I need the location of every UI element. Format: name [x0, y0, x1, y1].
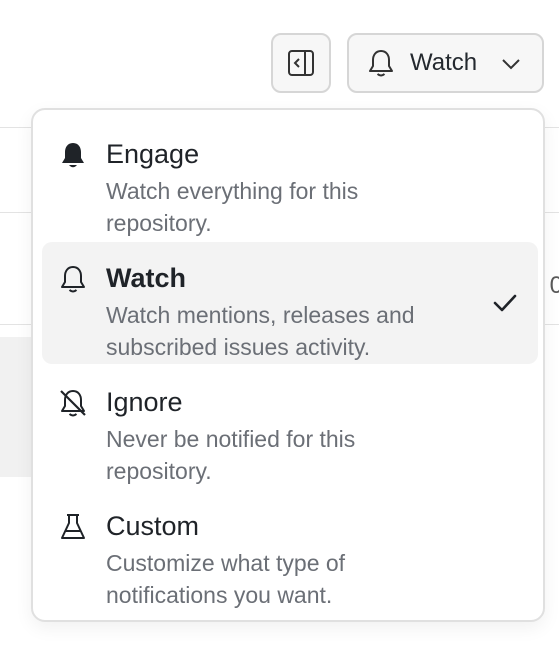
watch-dropdown-menu: Engage Watch everything for this reposit… — [31, 108, 545, 622]
bell-icon — [369, 50, 393, 77]
menu-item-description: Watch mentions, releases and subscribed … — [106, 302, 415, 360]
page: 0 Watch Engage Watch everything for this… — [0, 0, 559, 672]
watch-button-label: Watch — [410, 49, 478, 76]
chevron-down-icon — [502, 59, 520, 70]
bell-icon — [61, 266, 85, 293]
background-text-fragment: 0 — [549, 272, 559, 299]
sidebar-toggle-button[interactable] — [271, 33, 331, 93]
watch-button[interactable]: Watch — [347, 33, 544, 93]
menu-item-ignore[interactable]: Ignore Never be notified for this reposi… — [42, 366, 538, 488]
menu-item-title: Custom — [106, 511, 200, 541]
menu-item-engage[interactable]: Engage Watch everything for this reposit… — [42, 118, 538, 240]
menu-item-title: Ignore — [106, 387, 183, 417]
menu-item-description: Customize what type of notifications you… — [106, 550, 346, 608]
bell-filled-icon — [62, 143, 84, 168]
menu-item-description: Never be notified for this repository. — [106, 426, 356, 484]
checkmark-icon — [493, 294, 517, 312]
menu-item-title: Engage — [106, 139, 200, 169]
sidebar-collapse-icon — [288, 50, 314, 76]
beaker-icon — [61, 514, 85, 539]
menu-item-watch[interactable]: Watch Watch mentions, releases and subsc… — [42, 242, 538, 364]
bell-off-icon — [60, 390, 86, 417]
menu-item-description: Watch everything for this repository. — [106, 178, 359, 236]
menu-item-custom[interactable]: Custom Customize what type of notificati… — [42, 490, 538, 612]
menu-item-title: Watch — [106, 263, 186, 293]
